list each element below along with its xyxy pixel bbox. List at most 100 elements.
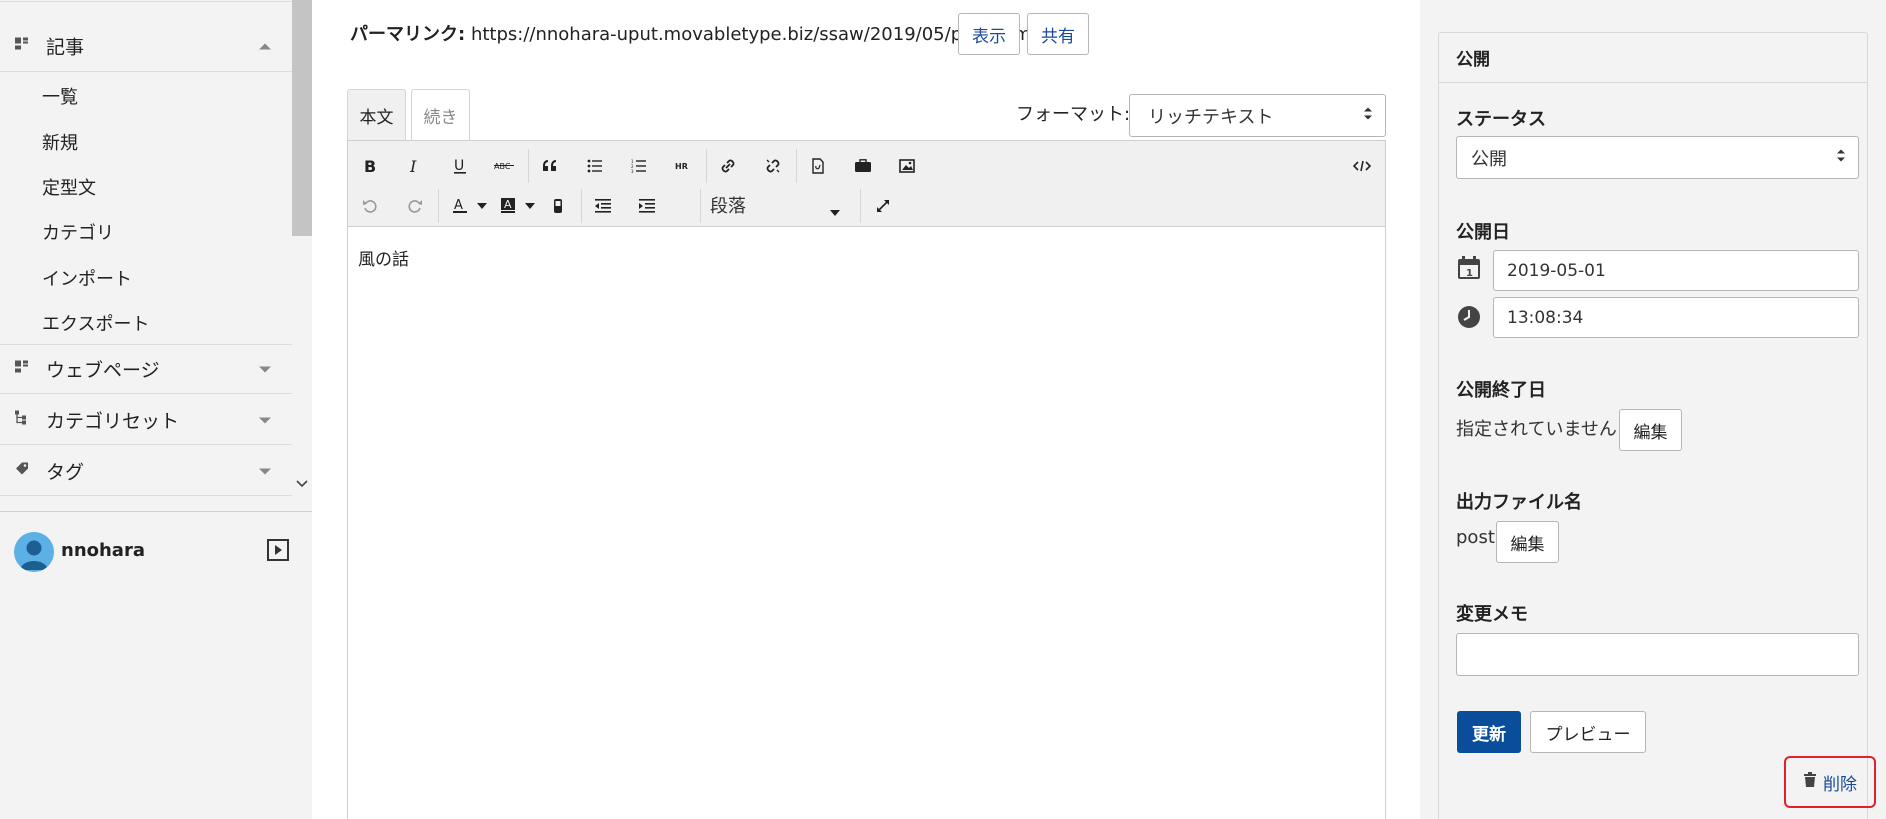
sidebar-divider — [0, 511, 312, 512]
numbered-list-icon[interactable]: 123 — [624, 151, 654, 181]
change-memo-input[interactable] — [1456, 633, 1859, 676]
sidebar-item-label: タグ — [46, 461, 85, 483]
asset-manager-icon[interactable] — [848, 151, 878, 181]
delete-label: 削除 — [1823, 774, 1857, 795]
strikethrough-icon[interactable]: ABC — [490, 151, 520, 181]
editor-toolbar: B I U ABC 123 HR A A 段落 — [348, 141, 1385, 227]
remove-format-icon[interactable] — [543, 191, 573, 221]
share-button[interactable]: 共有 — [1027, 13, 1089, 55]
right-sidebar: 公開 ステータス 公開 公開日 1 2019-05-01 13:08:34 公開… — [1420, 0, 1886, 819]
horizontal-rule-icon[interactable]: HR — [668, 151, 698, 181]
text-color-dropdown-icon[interactable] — [474, 191, 490, 221]
outdent-icon[interactable] — [588, 191, 618, 221]
trash-icon — [1803, 771, 1817, 793]
toolbar-separator — [860, 189, 861, 223]
scroll-down-arrow-icon[interactable] — [293, 472, 311, 496]
svg-text:3: 3 — [631, 169, 634, 173]
update-button[interactable]: 更新 — [1457, 711, 1521, 753]
status-label: ステータス — [1456, 109, 1546, 130]
svg-text:U: U — [454, 158, 464, 174]
svg-text:HR: HR — [675, 162, 688, 171]
bulleted-list-icon[interactable] — [580, 151, 610, 181]
sidebar-subitem-import[interactable]: インポート — [42, 265, 132, 291]
paragraph-format-value: 段落 — [710, 196, 746, 217]
chevron-up-icon[interactable] — [258, 35, 272, 56]
unpublish-date-label: 公開終了日 — [1456, 380, 1546, 401]
chevron-down-icon[interactable] — [258, 359, 272, 380]
background-color-dropdown-icon[interactable] — [522, 191, 538, 221]
permalink-label: パーマリンク: — [350, 24, 466, 45]
unlink-icon[interactable] — [758, 151, 788, 181]
rich-text-editor: B I U ABC 123 HR A A 段落 風の話 — [347, 140, 1386, 819]
insert-file-icon[interactable] — [803, 151, 833, 181]
bold-icon[interactable]: B — [355, 151, 385, 181]
select-updown-icon — [1363, 105, 1373, 126]
link-icon[interactable] — [713, 151, 743, 181]
format-select[interactable]: リッチテキスト — [1129, 94, 1386, 137]
indent-icon[interactable] — [632, 191, 662, 221]
tab-extended[interactable]: 続き — [411, 89, 470, 141]
toolbar-separator — [528, 149, 529, 183]
italic-icon[interactable]: I — [400, 151, 430, 181]
output-filename-label: 出力ファイル名 — [1456, 492, 1582, 513]
tab-body[interactable]: 本文 — [347, 89, 406, 141]
undo-icon[interactable] — [355, 191, 385, 221]
chevron-down-icon[interactable] — [258, 409, 272, 430]
sidebar-item-tags[interactable]: タグ — [0, 446, 292, 496]
background-color-icon[interactable]: A — [493, 191, 523, 221]
select-updown-icon — [1836, 147, 1846, 168]
permalink-url: https://nnohara-uput.movabletype.biz/ssa… — [470, 24, 1037, 45]
editor-content[interactable]: 風の話 — [358, 245, 409, 270]
permalink: パーマリンク: https://nnohara-uput.movabletype… — [350, 20, 1036, 46]
publish-panel: 公開 ステータス 公開 公開日 1 2019-05-01 13:08:34 公開… — [1438, 32, 1868, 819]
chevron-down-icon — [830, 200, 840, 221]
panel-title: 公開 — [1439, 33, 1867, 83]
toolbar-separator — [700, 189, 701, 223]
sidebar-item-label: カテゴリセット — [46, 410, 180, 432]
sidebar-top-cutoff — [0, 0, 292, 2]
entries-icon — [14, 35, 30, 56]
status-select[interactable]: 公開 — [1456, 136, 1859, 179]
preview-button[interactable]: プレビュー — [1530, 711, 1646, 753]
sidebar-menu: 記事 一覧 新規 定型文 カテゴリ インポート エクスポート ウェブページ カテ — [0, 0, 292, 500]
svg-text:ABC: ABC — [494, 162, 511, 171]
publish-date-input[interactable]: 2019-05-01 — [1493, 250, 1859, 291]
sidebar-subitem-boilerplate[interactable]: 定型文 — [42, 174, 96, 200]
sidebar-item-category-sets[interactable]: カテゴリセット — [0, 395, 292, 445]
play-icon[interactable] — [266, 538, 290, 567]
sidebar-subitem-export[interactable]: エクスポート — [42, 310, 149, 336]
sidebar-item-entries[interactable]: 記事 — [0, 20, 292, 72]
sidebar-item-webpages[interactable]: ウェブページ — [0, 344, 292, 394]
toolbar-separator — [796, 149, 797, 183]
pages-icon — [14, 359, 30, 380]
blockquote-icon[interactable] — [535, 151, 565, 181]
unpublish-date-value: 指定されていません — [1456, 419, 1617, 440]
edit-filename-button[interactable]: 編集 — [1496, 521, 1559, 563]
view-button[interactable]: 表示 — [958, 13, 1020, 55]
sidebar-subitem-category[interactable]: カテゴリ — [42, 219, 114, 245]
chevron-down-icon[interactable] — [258, 460, 272, 481]
delete-button[interactable]: 削除 — [1784, 756, 1876, 808]
sidebar-subitem-new[interactable]: 新規 — [42, 129, 78, 155]
main-editor-area: パーマリンク: https://nnohara-uput.movabletype… — [312, 0, 1420, 819]
sidebar-subitem-list[interactable]: 一覧 — [42, 83, 78, 109]
svg-text:1: 1 — [1466, 268, 1473, 279]
clock-icon[interactable] — [1457, 305, 1481, 334]
sidebar-item-label: ウェブページ — [46, 359, 160, 382]
username[interactable]: nnohara — [61, 540, 145, 561]
category-set-icon — [14, 409, 30, 430]
paragraph-format-select[interactable]: 段落 — [706, 189, 846, 221]
underline-icon[interactable]: U — [445, 151, 475, 181]
text-color-icon[interactable]: A — [445, 191, 475, 221]
format-label: フォーマット: — [1016, 104, 1131, 125]
status-value: 公開 — [1471, 148, 1507, 170]
edit-unpublish-button[interactable]: 編集 — [1619, 409, 1682, 451]
publish-time-input[interactable]: 13:08:34 — [1493, 297, 1859, 338]
sidebar-scroll-thumb[interactable] — [292, 0, 312, 236]
insert-image-icon[interactable] — [892, 151, 922, 181]
calendar-icon[interactable]: 1 — [1457, 255, 1481, 286]
fullscreen-icon[interactable] — [868, 191, 898, 221]
source-code-icon[interactable] — [1347, 151, 1377, 181]
redo-icon[interactable] — [400, 191, 430, 221]
avatar[interactable] — [14, 532, 54, 572]
